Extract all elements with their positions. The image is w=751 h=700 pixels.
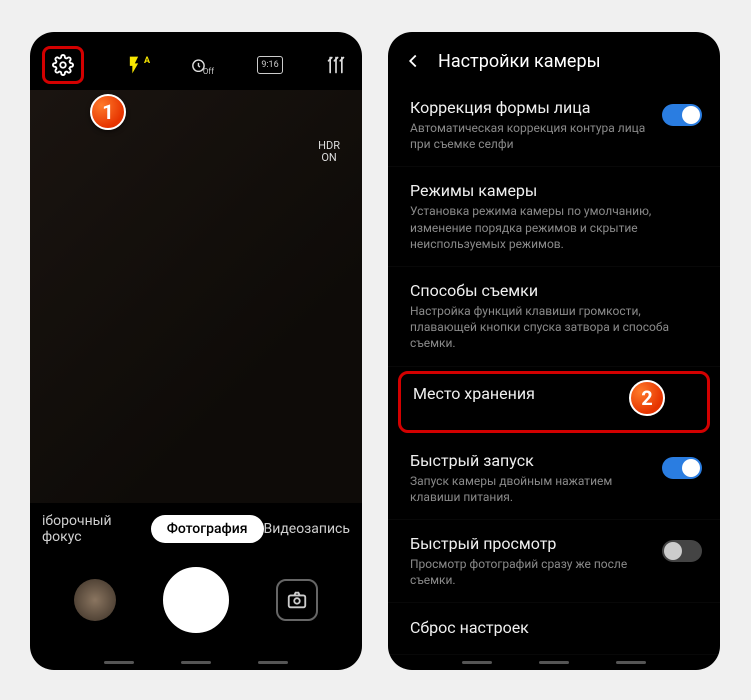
toggle-quick-launch[interactable] xyxy=(662,457,702,479)
setting-subtitle: Просмотр фотографий сразу же после съемк… xyxy=(410,556,652,588)
toggle-quick-view[interactable] xyxy=(662,540,702,562)
setting-subtitle: Запуск камеры двойным нажатием клавиши п… xyxy=(410,473,652,505)
mode-video[interactable]: Видеозапись xyxy=(264,521,350,537)
settings-title: Настройки камеры xyxy=(438,51,601,72)
step-marker-2: 2 xyxy=(629,380,665,416)
flash-icon[interactable]: A xyxy=(123,51,151,79)
settings-header: Настройки камеры xyxy=(388,32,720,84)
step-marker-1: 1 xyxy=(90,94,126,130)
mode-selective-focus[interactable]: іборочный фокус xyxy=(42,513,151,545)
setting-quick-launch[interactable]: Быстрый запуск Запуск камеры двойным наж… xyxy=(388,437,720,520)
setting-subtitle: Автоматическая коррекция контура лица пр… xyxy=(410,120,652,152)
switch-camera-button[interactable] xyxy=(276,579,318,621)
nav-back[interactable] xyxy=(258,661,288,664)
setting-storage-location[interactable]: Место хранения Память устройства 2 xyxy=(398,371,710,433)
timer-icon[interactable]: Off xyxy=(190,51,218,79)
system-navbar xyxy=(30,655,362,670)
nav-back[interactable] xyxy=(616,661,646,664)
settings-screen: Настройки камеры Коррекция формы лица Ав… xyxy=(388,32,720,670)
hdr-indicator[interactable]: HDR ON xyxy=(318,140,340,164)
ratio-icon[interactable]: 9:16 xyxy=(257,56,283,74)
settings-list[interactable]: Коррекция формы лица Автоматическая корр… xyxy=(388,84,720,655)
gallery-thumbnail[interactable] xyxy=(74,579,116,621)
nav-home[interactable] xyxy=(539,661,569,664)
settings-highlight xyxy=(42,46,84,84)
setting-title: Быстрый просмотр xyxy=(410,534,652,553)
setting-quick-view[interactable]: Быстрый просмотр Просмотр фотографий сра… xyxy=(388,520,720,603)
setting-subtitle: Настройка функций клавиши громкости, пла… xyxy=(410,303,702,352)
setting-face-correction[interactable]: Коррекция формы лица Автоматическая корр… xyxy=(388,84,720,167)
setting-title: Сброс настроек xyxy=(410,618,702,637)
nav-recent[interactable] xyxy=(462,661,492,664)
toggle-face-correction[interactable] xyxy=(662,104,702,126)
setting-title: Коррекция формы лица xyxy=(410,98,652,117)
system-navbar xyxy=(388,655,720,670)
setting-title: Быстрый запуск xyxy=(410,451,652,470)
camera-viewfinder xyxy=(30,90,362,503)
nav-home[interactable] xyxy=(181,661,211,664)
hdr-label-bottom: ON xyxy=(318,152,340,164)
back-icon[interactable] xyxy=(402,50,424,72)
filters-icon[interactable] xyxy=(322,51,350,79)
camera-controls xyxy=(30,555,362,655)
nav-recent[interactable] xyxy=(104,661,134,664)
setting-title: Способы съемки xyxy=(410,281,702,300)
camera-topbar: A Off 9:16 xyxy=(30,32,362,90)
camera-screen: A Off 9:16 1 HDR ON іборочный фокус Фото… xyxy=(30,32,362,670)
setting-title: Режимы камеры xyxy=(410,181,702,200)
gear-icon[interactable] xyxy=(49,51,77,79)
shutter-button[interactable] xyxy=(163,567,229,633)
mode-photo-active[interactable]: Фотография xyxy=(151,515,264,543)
setting-subtitle: Установка режима камеры по умолчанию, из… xyxy=(410,203,702,252)
camera-mode-strip[interactable]: іборочный фокус Фотография Видеозапись xyxy=(30,503,362,555)
setting-reset[interactable]: Сброс настроек xyxy=(388,604,720,655)
setting-camera-modes[interactable]: Режимы камеры Установка режима камеры по… xyxy=(388,167,720,267)
setting-shooting-methods[interactable]: Способы съемки Настройка функций клавиши… xyxy=(388,267,720,367)
